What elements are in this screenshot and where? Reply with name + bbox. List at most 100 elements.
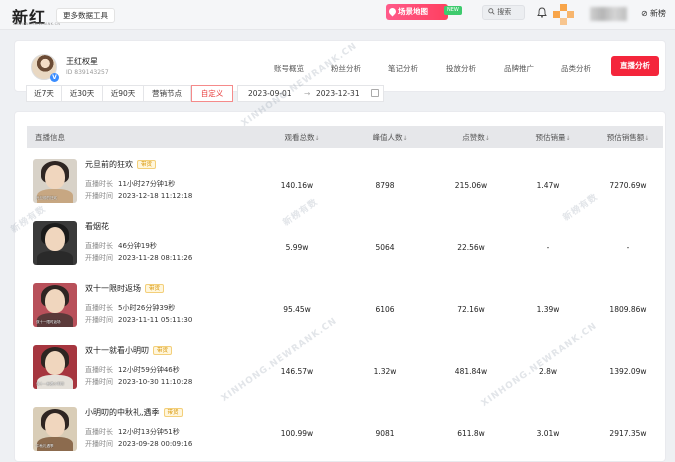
live-title[interactable]: 双十一就看小明叨 带货 bbox=[85, 345, 173, 356]
views-cell: 5.99w bbox=[285, 243, 309, 252]
start-line: 开播时间 2023-09-28 00:09:16 bbox=[85, 439, 192, 449]
col-revenue[interactable]: 预估销售额↓ bbox=[588, 132, 668, 143]
table-row[interactable]: 看烟花 直播时长 46分钟19秒 开播时间 2023-11-28 08:11:26 … bbox=[27, 218, 663, 280]
newrank-link[interactable]: ⊘ 新榜 bbox=[641, 8, 666, 19]
filter-marketing-nodes[interactable]: 营销节点 bbox=[143, 85, 191, 102]
col-peak[interactable]: 峰值人数↓ bbox=[345, 132, 435, 143]
revenue-cell: 1809.86w bbox=[609, 305, 647, 314]
duration-value: 11小时27分钟1秒 bbox=[118, 180, 176, 188]
logo-subtitle: XINHONG.NEWRANK.CN bbox=[13, 22, 61, 26]
start-value: 2023-10-30 11:10:28 bbox=[118, 378, 193, 386]
sort-icon: ↓ bbox=[565, 135, 571, 142]
scene-map-label: 场景地图 bbox=[398, 7, 428, 16]
thumb-caption: 双十一限时返场 bbox=[36, 320, 61, 324]
verified-icon: V bbox=[50, 73, 59, 82]
tab-fans-analysis[interactable]: 粉丝分析 bbox=[331, 63, 361, 74]
sales-cell: 1.39w bbox=[536, 305, 560, 314]
live-thumbnail[interactable]: 中秋礼遇季 bbox=[33, 407, 77, 451]
start-label: 开播时间 bbox=[85, 378, 113, 386]
scene-map-button[interactable]: 场景地图 bbox=[386, 4, 448, 20]
start-line: 开播时间 2023-11-11 05:11:30 bbox=[85, 315, 192, 325]
tab-notes-analysis[interactable]: 笔记分析 bbox=[388, 63, 418, 74]
likes-cell: 481.84w bbox=[454, 367, 488, 376]
start-value: 2023-11-28 08:11:26 bbox=[118, 254, 193, 262]
duration-label: 直播时长 bbox=[85, 180, 113, 188]
live-title[interactable]: 看烟花 bbox=[85, 221, 109, 232]
newrank-icon: ⊘ bbox=[641, 9, 648, 18]
live-list-table: 直播信息 观看总数↓ 峰值人数↓ 点赞数↓ 预估销量↓ 预估销售额↓ 元旦前的狂… bbox=[14, 111, 666, 462]
live-thumbnail[interactable] bbox=[33, 221, 77, 265]
tab-account-overview[interactable]: 账号概览 bbox=[274, 63, 304, 74]
sales-cell: 3.01w bbox=[536, 429, 560, 438]
live-thumbnail[interactable]: 双十一限时返场 bbox=[33, 283, 77, 327]
live-title[interactable]: 元旦前的狂欢 带货 bbox=[85, 159, 157, 170]
start-value: 2023-11-11 05:11:30 bbox=[118, 316, 193, 324]
filter-7-days[interactable]: 近7天 bbox=[26, 85, 62, 102]
tab-category-analysis[interactable]: 品类分析 bbox=[561, 63, 591, 74]
duration-line: 直播时长 11小时27分钟1秒 bbox=[85, 179, 175, 189]
filter-90-days[interactable]: 近90天 bbox=[102, 85, 144, 102]
duration-line: 直播时长 5小时26分钟39秒 bbox=[85, 303, 175, 313]
bell-icon[interactable] bbox=[537, 7, 547, 18]
col-likes-label: 点赞数 bbox=[462, 133, 485, 142]
duration-value: 12小时59分钟46秒 bbox=[118, 366, 180, 374]
sort-icon: ↓ bbox=[644, 135, 650, 142]
tab-ad-analysis[interactable]: 投放分析 bbox=[446, 63, 476, 74]
col-peak-label: 峰值人数 bbox=[372, 133, 403, 142]
duration-line: 直播时长 12小时13分钟51秒 bbox=[85, 427, 180, 437]
user-avatar[interactable] bbox=[553, 4, 577, 26]
duration-line: 直播时长 46分钟19秒 bbox=[85, 241, 157, 251]
live-title-text: 双十一就看小明叨 bbox=[85, 346, 149, 355]
filter-30-days[interactable]: 近30天 bbox=[61, 85, 103, 102]
live-title[interactable]: 小明叨的中秋礼,遇季 带货 bbox=[85, 407, 183, 418]
search-button[interactable]: 搜索 bbox=[482, 5, 525, 20]
table-row[interactable]: 双十一限时返场 双十一限时返场 带货 直播时长 5小时26分钟39秒 开播时间 202… bbox=[27, 280, 663, 342]
likes-cell: 72.16w bbox=[457, 305, 485, 314]
profile-id: ID 839143257 bbox=[66, 69, 109, 76]
start-label: 开播时间 bbox=[85, 440, 113, 448]
sort-icon: ↓ bbox=[314, 135, 320, 142]
table-row[interactable]: 双十一就看小明叨 双十一就看小明叨 带货 直播时长 12小时59分钟46秒 开播时间… bbox=[27, 342, 663, 404]
search-label: 搜索 bbox=[497, 8, 512, 16]
views-cell: 95.45w bbox=[283, 305, 311, 314]
end-date: 2023-12-31 bbox=[316, 89, 360, 98]
start-label: 开播时间 bbox=[85, 192, 113, 200]
tab-brand-promo[interactable]: 品牌推广 bbox=[504, 63, 534, 74]
table-row[interactable]: 中秋礼遇季 小明叨的中秋礼,遇季 带货 直播时长 12小时13分钟51秒 开播时间 2… bbox=[27, 404, 663, 462]
peak-cell: 9081 bbox=[375, 429, 395, 438]
peak-cell: 5064 bbox=[375, 243, 395, 252]
goods-tag: 带货 bbox=[145, 284, 165, 293]
start-line: 开播时间 2023-11-28 08:11:26 bbox=[85, 253, 192, 263]
duration-value: 46分钟19秒 bbox=[118, 242, 157, 250]
duration-value: 5小时26分钟39秒 bbox=[118, 304, 176, 312]
duration-label: 直播时长 bbox=[85, 242, 113, 250]
date-range-picker[interactable]: 2023-09-01 → 2023-12-31 bbox=[237, 85, 384, 102]
col-views[interactable]: 观看总数↓ bbox=[257, 132, 347, 143]
tab-live-analysis[interactable]: 直播分析 bbox=[611, 56, 659, 76]
profile-name: 王红权星 bbox=[66, 57, 98, 66]
more-tools-button[interactable]: 更多数据工具 bbox=[56, 8, 115, 23]
revenue-cell: 7270.69w bbox=[609, 181, 647, 190]
live-thumbnail[interactable]: 双十一就看小明叨 bbox=[33, 345, 77, 389]
start-value: 2023-12-18 11:12:18 bbox=[118, 192, 193, 200]
live-title[interactable]: 双十一限时返场 带货 bbox=[85, 283, 165, 294]
views-cell: 140.16w bbox=[280, 181, 314, 190]
map-pin-icon bbox=[387, 6, 398, 17]
col-sales-label: 预估销量 bbox=[535, 133, 566, 142]
sort-icon: ↓ bbox=[402, 135, 408, 142]
start-date: 2023-09-01 bbox=[248, 89, 292, 98]
table-row[interactable]: 元旦前的狂欢 元旦前的狂欢 带货 直播时长 11小时27分钟1秒 开播时间 2023-… bbox=[27, 156, 663, 218]
live-title-text: 小明叨的中秋礼,遇季 bbox=[85, 408, 160, 417]
live-thumbnail[interactable]: 元旦前的狂欢 bbox=[33, 159, 77, 203]
filter-custom[interactable]: 自定义 bbox=[191, 85, 233, 102]
revenue-cell: 1392.09w bbox=[609, 367, 647, 376]
calendar-icon bbox=[371, 89, 379, 97]
sales-cell: - bbox=[546, 243, 550, 252]
likes-cell: 611.8w bbox=[457, 429, 485, 438]
views-cell: 100.99w bbox=[280, 429, 314, 438]
thumb-caption: 元旦前的狂欢 bbox=[36, 196, 57, 200]
duration-label: 直播时长 bbox=[85, 428, 113, 436]
col-sales[interactable]: 预估销量↓ bbox=[508, 132, 598, 143]
user-name-blurred bbox=[590, 7, 627, 21]
start-label: 开播时间 bbox=[85, 316, 113, 324]
